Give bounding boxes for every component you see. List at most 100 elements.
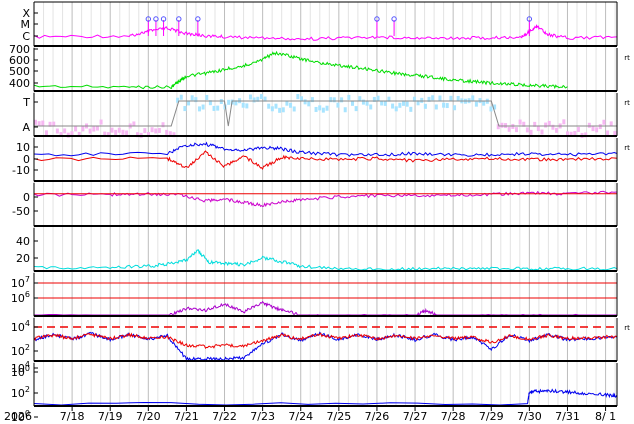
sector-dot bbox=[606, 130, 610, 136]
sector-dot bbox=[445, 103, 449, 109]
sector-dot bbox=[321, 107, 325, 113]
sector-dot bbox=[99, 119, 103, 125]
sector-dot bbox=[536, 126, 540, 132]
sector-dot bbox=[74, 126, 78, 132]
sector-dot bbox=[376, 95, 380, 101]
x-tick-label: 7/31 bbox=[555, 410, 580, 423]
y-tick-label: 400 bbox=[9, 77, 30, 90]
x-tick-label: 7/26 bbox=[365, 410, 390, 423]
sector-dot bbox=[449, 95, 453, 101]
sector-dot bbox=[405, 101, 409, 107]
y-tick-label: 104 bbox=[11, 319, 30, 334]
sector-dot bbox=[332, 97, 336, 103]
sector-dot bbox=[245, 103, 249, 109]
sector-dot bbox=[307, 101, 311, 107]
x-tick-label: 7/27 bbox=[403, 410, 428, 423]
sector-dot bbox=[358, 96, 362, 102]
sector-dot bbox=[37, 121, 41, 127]
y-tick-label: 40 bbox=[16, 235, 30, 248]
sector-dot bbox=[555, 127, 559, 133]
sector-dot bbox=[518, 119, 522, 125]
sector-dot bbox=[402, 100, 406, 106]
sector-dot bbox=[562, 119, 566, 125]
sector-dot bbox=[252, 97, 256, 103]
sector-dot bbox=[55, 128, 59, 134]
x-tick-label: 7/24 bbox=[288, 410, 313, 423]
sector-dot bbox=[500, 122, 504, 128]
sector-dot bbox=[241, 102, 245, 108]
sector-dot bbox=[143, 128, 147, 134]
sector-dot bbox=[595, 127, 599, 133]
sector-dot bbox=[474, 101, 478, 107]
sector-dot bbox=[525, 127, 529, 133]
sector-dot bbox=[289, 102, 293, 108]
sector-dot bbox=[197, 106, 201, 112]
x-tick-label: 7/19 bbox=[98, 410, 123, 423]
x-tick-label: 7/30 bbox=[517, 410, 542, 423]
sector-dot bbox=[591, 126, 595, 132]
sector-dot bbox=[190, 95, 194, 101]
sector-dot bbox=[274, 103, 278, 109]
y-tick-label: 20 bbox=[16, 252, 30, 265]
sector-dot bbox=[63, 128, 67, 134]
sector-dot bbox=[278, 107, 282, 113]
sector-dot bbox=[114, 129, 118, 135]
x-tick-label: 7/18 bbox=[60, 410, 85, 423]
sector-dot bbox=[44, 130, 48, 136]
sector-dot bbox=[117, 127, 121, 133]
sector-dot bbox=[92, 126, 96, 132]
sector-dot bbox=[576, 126, 580, 132]
sector-dot bbox=[154, 128, 158, 134]
y-tick-label: -50 bbox=[12, 205, 30, 218]
panel-right-label: rt bbox=[624, 99, 630, 107]
y-tick-label: 102 bbox=[11, 343, 30, 358]
sector-dot bbox=[157, 127, 161, 133]
x-tick-label: 2026 bbox=[4, 410, 32, 423]
sector-dot bbox=[183, 106, 187, 112]
sector-dot bbox=[281, 107, 285, 113]
sector-dot bbox=[369, 104, 373, 110]
sector-dot bbox=[434, 104, 438, 110]
sector-dot bbox=[219, 99, 223, 105]
sector-dot bbox=[471, 95, 475, 101]
sector-dot bbox=[165, 129, 169, 135]
panel-right-label: rt bbox=[624, 54, 630, 62]
x-tick-label: 7/25 bbox=[326, 410, 351, 423]
sector-dot bbox=[343, 107, 347, 113]
sector-dot bbox=[420, 97, 424, 103]
x-tick-label: 7/20 bbox=[136, 410, 161, 423]
sector-dot bbox=[216, 105, 220, 111]
sector-dot bbox=[303, 99, 307, 105]
x-tick-label: 7/28 bbox=[441, 410, 466, 423]
sector-dot bbox=[179, 94, 183, 100]
sector-dot bbox=[212, 105, 216, 111]
sector-dot bbox=[409, 106, 413, 112]
y-tick-label: A bbox=[22, 121, 30, 134]
space-weather-chart: XMC400500600700rtAT rt-10010 rt-5002040106… bbox=[4, 1, 630, 424]
sector-dot bbox=[598, 124, 602, 130]
y-tick-label: 0 bbox=[23, 153, 30, 166]
panel-right-label: rt bbox=[624, 324, 630, 332]
sector-dot bbox=[544, 122, 548, 128]
panel-right-label: rt bbox=[624, 144, 630, 152]
sector-dot bbox=[41, 120, 45, 126]
y-tick-label: 0 bbox=[23, 191, 30, 204]
sector-dot bbox=[354, 106, 358, 112]
sector-dot bbox=[227, 99, 231, 105]
sector-dot bbox=[270, 106, 274, 112]
sector-dot bbox=[292, 106, 296, 112]
y-tick-label: C bbox=[22, 30, 30, 43]
sector-dot bbox=[507, 126, 511, 132]
sector-dot bbox=[205, 94, 209, 100]
sector-dot bbox=[453, 105, 457, 111]
sector-dot bbox=[351, 100, 355, 106]
sector-dot bbox=[361, 99, 365, 105]
sector-dot bbox=[336, 102, 340, 108]
sector-dot bbox=[248, 94, 252, 100]
sector-dot bbox=[391, 103, 395, 109]
sector-dot bbox=[540, 129, 544, 135]
sector-dot bbox=[398, 102, 402, 108]
y-tick-label: 107 bbox=[11, 275, 30, 290]
y-tick-label: T bbox=[22, 96, 30, 109]
sector-dot bbox=[423, 103, 427, 109]
